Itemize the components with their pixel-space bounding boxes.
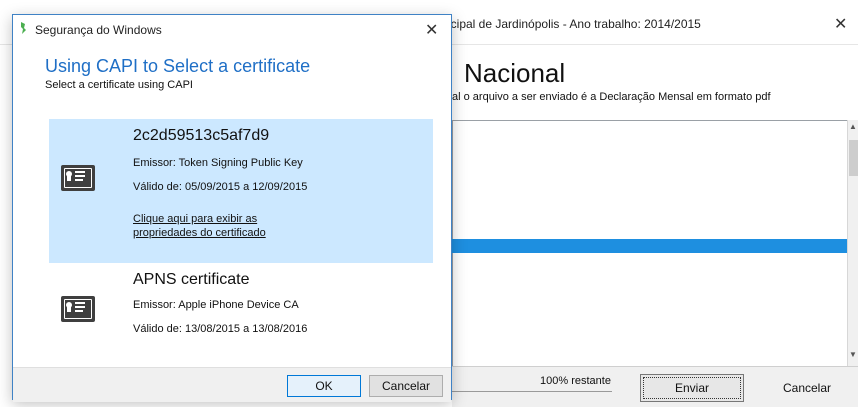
dialog-subheading: Select a certificate using CAPI: [45, 79, 193, 91]
dialog-close-button[interactable]: ✕: [425, 20, 438, 40]
dialog-footer: OK Cancelar: [13, 367, 451, 402]
windows-security-icon: [21, 22, 26, 34]
certificate-icon: [61, 165, 95, 191]
certificate-issuer: Emissor: Apple iPhone Device CA: [133, 299, 299, 311]
certificate-link-line2: propriedades do certificado: [133, 227, 266, 239]
certificate-item-selected[interactable]: 2c2d59513c5af7d9 Emissor: Token Signing …: [49, 119, 433, 263]
background-window-title: icipal de Jardinópolis - Ano trabalho: 2…: [448, 17, 701, 31]
upload-progress-bar: [452, 239, 847, 253]
dialog-titlebar: Segurança do Windows ✕: [13, 15, 451, 43]
certificate-item[interactable]: APNS certificate Emissor: Apple iPhone D…: [49, 263, 433, 359]
certificate-list[interactable]: 2c2d59513c5af7d9 Emissor: Token Signing …: [49, 119, 433, 359]
scrollbar-thumb[interactable]: [849, 140, 858, 176]
certificate-dialog: Segurança do Windows ✕ Using CAPI to Sel…: [12, 14, 452, 402]
certificate-validity: Válido de: 05/09/2015 a 12/09/2015: [133, 181, 308, 193]
scroll-up-arrow-icon[interactable]: ▲: [849, 122, 857, 131]
certificate-icon: [61, 296, 95, 322]
status-underline: [452, 391, 612, 392]
background-heading: Nacional: [464, 58, 566, 88]
dialog-window-title: Segurança do Windows: [35, 23, 162, 37]
certificate-validity: Válido de: 13/08/2015 a 13/08/2016: [133, 323, 308, 335]
certificate-properties-link[interactable]: Clique aqui para exibir as propriedades …: [133, 212, 333, 240]
certificate-name: APNS certificate: [133, 271, 250, 288]
cancel-button[interactable]: Cancelar: [369, 375, 443, 397]
certificate-issuer: Emissor: Token Signing Public Key: [133, 157, 303, 169]
ok-button[interactable]: OK: [287, 375, 361, 397]
background-instructions: al o arquivo a ser enviado é a Declaraçã…: [452, 91, 771, 103]
progress-status-text: 100% restante: [540, 375, 611, 387]
background-cancel-button[interactable]: Cancelar: [758, 374, 856, 402]
file-list-scrollbar[interactable]: ▲ ▼: [847, 120, 858, 366]
certificate-name: 2c2d59513c5af7d9: [133, 127, 270, 144]
send-button[interactable]: Enviar: [640, 374, 744, 402]
dialog-heading: Using CAPI to Select a certificate: [45, 56, 311, 76]
background-close-button[interactable]: ✕: [834, 14, 847, 34]
certificate-link-line1: Clique aqui para exibir as: [133, 213, 258, 225]
scroll-down-arrow-icon[interactable]: ▼: [849, 350, 857, 359]
